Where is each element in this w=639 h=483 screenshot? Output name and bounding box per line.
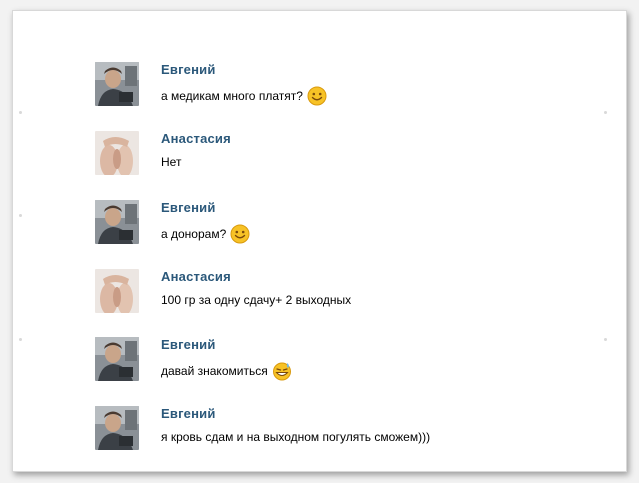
woman-avatar[interactable]: [95, 269, 139, 313]
chat-screenshot-frame: Евгений а медикам много платят? Анастаси…: [12, 10, 627, 472]
man-avatar[interactable]: [95, 337, 139, 381]
message-row: Евгений а донорам?: [95, 200, 615, 252]
message-row: Евгений а медикам много платят?: [95, 62, 615, 114]
message-author[interactable]: Евгений: [161, 62, 216, 77]
message-author[interactable]: Евгений: [161, 406, 216, 421]
message-body: давай знакомиться: [161, 364, 268, 378]
smile-emoji-icon: [307, 86, 327, 106]
message-row: Анастасия 100 гр за одну сдачу+ 2 выходн…: [95, 269, 615, 321]
message-text: давай знакомиться: [161, 361, 292, 381]
decorative-dot: [19, 214, 22, 217]
woman-avatar[interactable]: [95, 131, 139, 175]
message-body: Нет: [161, 155, 182, 169]
message-row: Евгений давай знакомиться: [95, 337, 615, 389]
message-text: 100 гр за одну сдачу+ 2 выходных: [161, 293, 351, 307]
smile-emoji-icon: [230, 224, 250, 244]
message-author[interactable]: Евгений: [161, 337, 216, 352]
man-avatar[interactable]: [95, 62, 139, 106]
message-author[interactable]: Анастасия: [161, 269, 231, 284]
grin-sweat-emoji-icon: [272, 361, 292, 381]
message-body: я кровь сдам и на выходном погулять смож…: [161, 430, 431, 444]
man-avatar[interactable]: [95, 406, 139, 450]
man-avatar[interactable]: [95, 200, 139, 244]
decorative-dot: [19, 338, 22, 341]
message-body: а медикам много платят?: [161, 89, 303, 103]
decorative-dot: [19, 111, 22, 114]
message-text: Нет: [161, 155, 181, 169]
message-text: а донорам?: [161, 224, 250, 244]
message-row: Евгений я кровь сдам и на выходном погул…: [95, 406, 615, 458]
message-text: я кровь сдам и на выходном погулять смож…: [161, 430, 430, 444]
message-author[interactable]: Анастасия: [161, 131, 231, 146]
message-body: 100 гр за одну сдачу+ 2 выходных: [161, 293, 352, 307]
message-body: а донорам?: [161, 227, 227, 241]
message-row: Анастасия Нет: [95, 131, 615, 183]
message-author[interactable]: Евгений: [161, 200, 216, 215]
message-text: а медикам много платят?: [161, 86, 327, 106]
